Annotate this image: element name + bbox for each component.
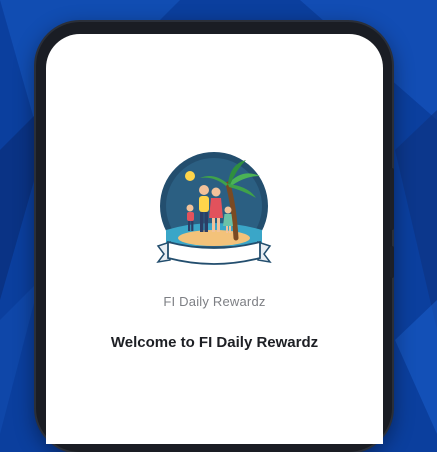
volume-button xyxy=(390,168,394,230)
power-button xyxy=(390,246,394,278)
welcome-heading: Welcome to FI Daily Rewardz xyxy=(110,334,319,351)
app-screen: FI Daily Rewardz Welcome to FI Daily Rew… xyxy=(46,34,383,444)
family-island-logo-icon xyxy=(152,146,282,276)
app-name-label: FI Daily Rewardz xyxy=(163,294,266,309)
